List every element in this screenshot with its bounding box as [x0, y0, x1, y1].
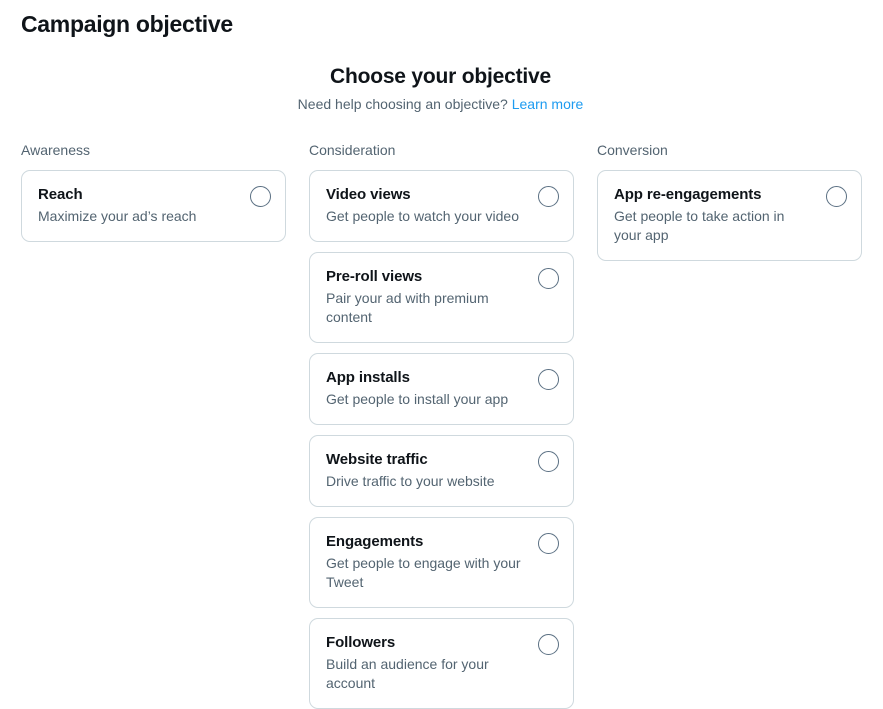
objective-card-title: Reach — [38, 186, 83, 203]
objective-card-list: Reach Maximize your ad’s reach — [21, 170, 286, 242]
choose-objective-heading: Choose your objective — [329, 65, 552, 88]
objective-card-description: Drive traffic to your website — [326, 473, 495, 489]
objective-card-title: App re-engagements — [614, 186, 762, 203]
objective-card-description: Pair your ad with premium content — [326, 290, 489, 325]
objective-card-title: Website traffic — [326, 451, 428, 468]
objective-card-list: App re-engagements Get people to take act… — [597, 170, 862, 261]
objective-column: Conversion App re-engagements Get people t… — [597, 141, 862, 261]
radio-engagements[interactable] — [538, 533, 559, 554]
radio-video-views[interactable] — [538, 186, 559, 207]
column-label: Conversion — [597, 142, 668, 158]
objective-card-description: Build an audience for your account — [326, 656, 489, 691]
objective-card-description: Get people to watch your video — [326, 208, 520, 224]
objective-card-title: App installs — [326, 369, 410, 386]
objective-card-description: Get people to install your app — [326, 391, 509, 407]
radio-website-traffic[interactable] — [538, 451, 559, 472]
radio-reach[interactable] — [250, 186, 271, 207]
objective-header: Choose your objective Need help choosing… — [0, 63, 883, 114]
column-label: Consideration — [309, 142, 396, 158]
objective-helper-text: Need help choosing an objective? Learn m… — [0, 95, 883, 114]
objective-card-title: Followers — [326, 634, 396, 651]
objective-card[interactable]: Pre-roll views Pair your ad with premium … — [309, 252, 574, 343]
objective-card[interactable]: App installs Get people to install your a… — [309, 353, 574, 425]
column-label: Awareness — [21, 142, 91, 158]
objective-card[interactable]: Engagements Get people to engage with you… — [309, 517, 574, 608]
page-title: Campaign objective — [21, 11, 233, 37]
objective-card-description: Get people to engage with your Tweet — [326, 555, 521, 590]
radio-pre-roll-views[interactable] — [538, 268, 559, 289]
objective-card[interactable]: Reach Maximize your ad’s reach — [21, 170, 286, 242]
learn-more-link[interactable]: Learn more — [512, 96, 584, 112]
objective-card-title: Pre-roll views — [326, 268, 423, 285]
objective-columns: Awareness Reach Maximize your ad’s reach Co… — [21, 141, 866, 709]
objective-column: Consideration Video views Get people to wa… — [309, 141, 574, 709]
radio-app-installs[interactable] — [538, 369, 559, 390]
objective-card[interactable]: Followers Build an audience for your acco… — [309, 618, 574, 709]
objective-column: Awareness Reach Maximize your ad’s reach — [21, 141, 286, 242]
helper-question: Need help choosing an objective? — [297, 96, 508, 112]
objective-card[interactable]: App re-engagements Get people to take act… — [597, 170, 862, 261]
objective-card[interactable]: Video views Get people to watch your vide… — [309, 170, 574, 242]
objective-card[interactable]: Website traffic Drive traffic to your web… — [309, 435, 574, 507]
objective-card-description: Maximize your ad’s reach — [38, 208, 197, 224]
objective-card-description: Get people to take action in your app — [614, 208, 785, 243]
objective-card-title: Engagements — [326, 533, 424, 550]
radio-app-re-engagements[interactable] — [826, 186, 847, 207]
objective-card-list: Video views Get people to watch your vide… — [309, 170, 574, 709]
radio-followers[interactable] — [538, 634, 559, 655]
objective-card-title: Video views — [326, 186, 411, 203]
